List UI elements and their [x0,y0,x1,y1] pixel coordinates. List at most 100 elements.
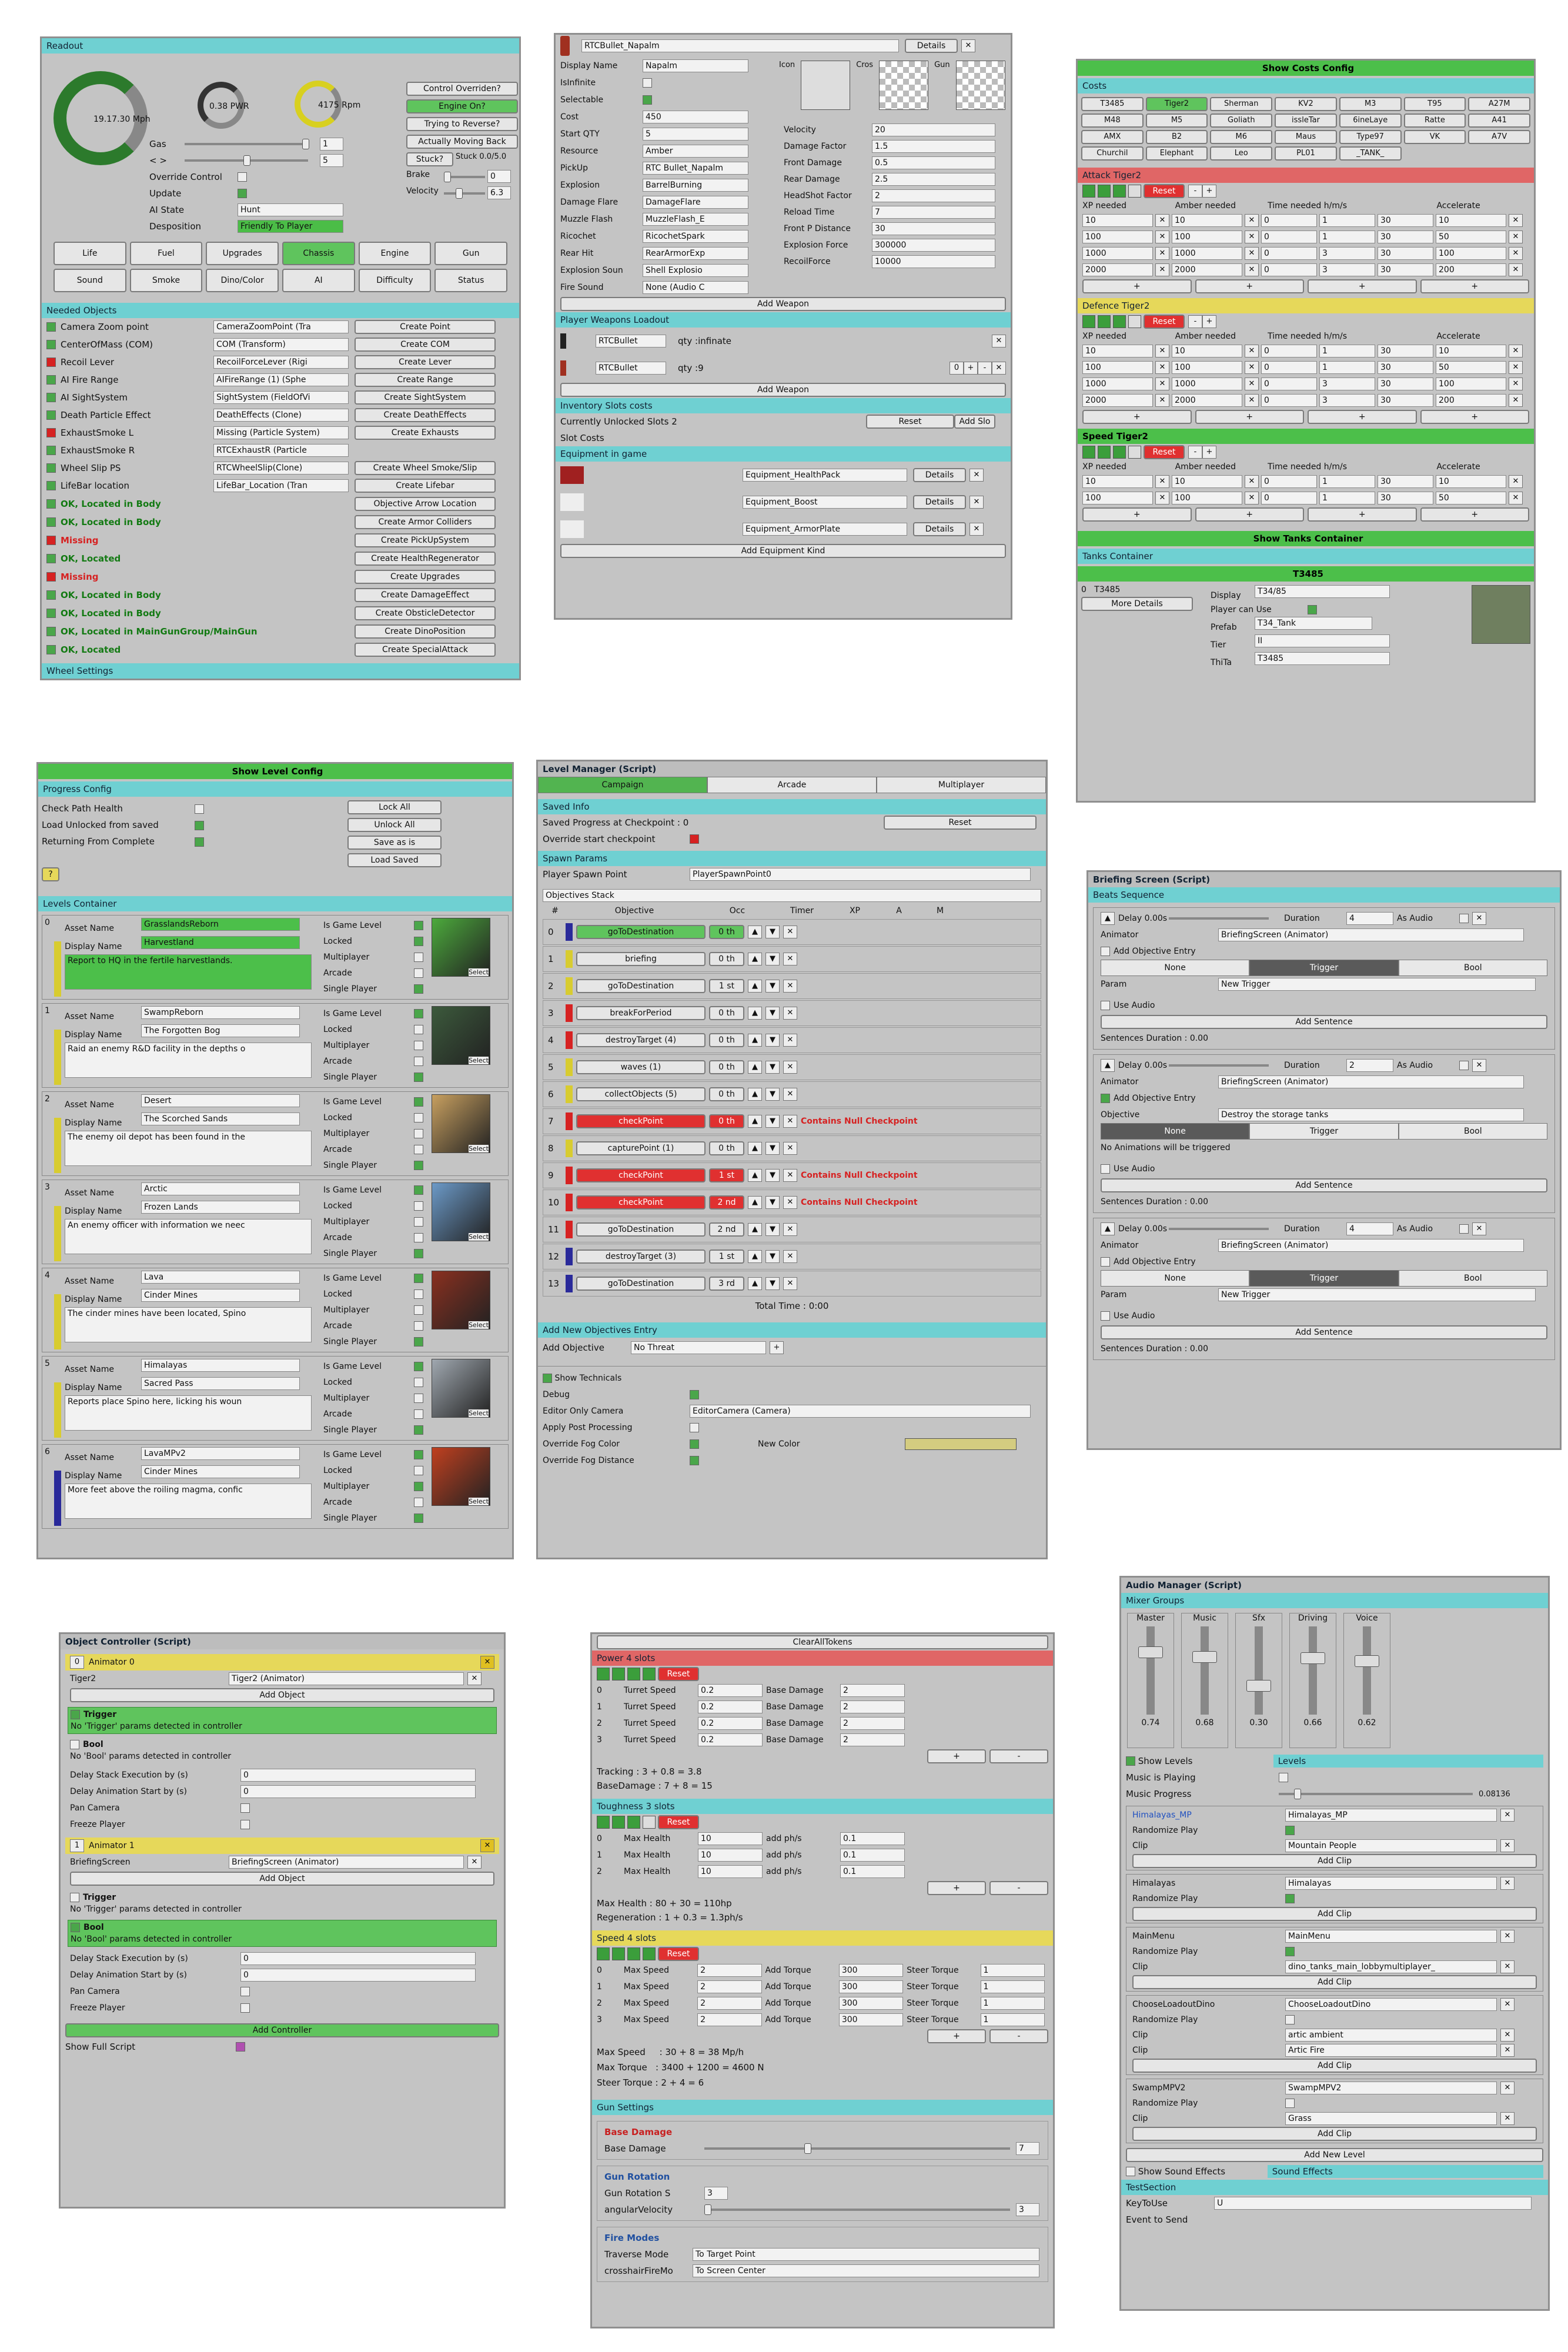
stat-field[interactable]: 2.5 [872,173,995,186]
animator-target-field[interactable]: Tiger2 (Animator) [229,1672,464,1685]
equipment-remove-icon[interactable]: ✕ [969,469,984,482]
attack-remove-icon[interactable]: ✕ [1245,214,1259,227]
attack-cost-field[interactable]: 100 [1082,230,1153,243]
level-flag-checkbox[interactable] [414,1450,423,1459]
animator-remove-icon[interactable]: ✕ [480,1839,494,1852]
mixer-knob[interactable] [1355,1655,1379,1667]
defence-reset-button[interactable]: Reset [1144,315,1185,329]
occurrence-field[interactable]: 3 rd [709,1277,744,1291]
add-weapon-button[interactable]: Add Weapon [560,297,1006,311]
attack-cost-field[interactable]: 2000 [1082,263,1153,276]
defence-cost-field[interactable]: 100 [1082,361,1153,374]
returning-checkbox[interactable] [195,837,204,847]
tank-select-button[interactable]: M48 [1081,113,1144,128]
add-object-button[interactable]: Add Object [70,1872,494,1886]
object-field[interactable]: RTCExhaustR (Particle [213,444,349,457]
show-levels-checkbox[interactable] [1126,1756,1135,1766]
property-field[interactable]: Napalm [643,59,748,72]
objective-control-icon[interactable]: ▲ [748,1115,762,1128]
animator-target-field[interactable]: BriefingScreen (Animator) [229,1856,464,1869]
steer-value[interactable]: 5 [320,154,343,167]
objective-control-icon[interactable]: ✕ [783,1034,797,1047]
more-details-button[interactable]: More Details [1081,597,1193,611]
as-audio-checkbox[interactable] [1459,914,1469,923]
show-full-checkbox[interactable] [236,2042,245,2052]
level-flag-checkbox[interactable] [414,1201,423,1211]
create-object-button[interactable]: Create Lifebar [355,479,496,493]
defence-slot-swatch[interactable] [1128,315,1141,328]
add-sentence-button[interactable]: Add Sentence [1101,1178,1547,1192]
trigger-checkbox[interactable] [71,1710,80,1719]
attack-remove-icon[interactable]: ✕ [1509,247,1523,260]
use-audio-checkbox[interactable] [1101,1164,1110,1174]
tank-select-button[interactable]: A7V [1468,130,1530,144]
mode-tab-bool[interactable]: Bool [1398,960,1547,976]
tough-token-cell[interactable]: 0.1 [840,1832,905,1845]
create-object-button[interactable]: Create COM [355,338,496,352]
property-field[interactable]: MuzzleFlash_E [643,212,748,226]
tab-campaign[interactable]: Campaign [538,777,707,793]
objective-control-icon[interactable]: ▲ [748,1169,762,1182]
angular-velocity-slider[interactable] [704,2204,1010,2215]
speed-cost-field[interactable]: 0 [1261,475,1317,488]
override-checkpoint-checkbox[interactable] [690,834,699,844]
load-saved-button[interactable]: Load Saved [347,853,442,867]
show-technicals-checkbox[interactable] [543,1374,552,1383]
power-token-cell[interactable]: 0.2 [698,1700,763,1713]
mixer-voice-slider[interactable]: Voice 0.62 [1343,1613,1390,1748]
attack-slot-swatch[interactable] [1098,185,1111,198]
defence-cost-field[interactable]: 10 [1082,345,1153,358]
attack-cost-field[interactable]: 2000 [1172,263,1242,276]
tank-select-button[interactable]: PL01 [1275,146,1337,161]
delay_a-field[interactable]: 0 [240,1969,476,1982]
speed-remove-icon[interactable]: ✕ [1245,492,1259,505]
objective-control-icon[interactable]: ▲ [748,1277,762,1290]
equipment-field[interactable]: Equipment_Boost [743,496,907,509]
asset-name-field[interactable]: LavaMPv2 [141,1447,300,1460]
tab-fuel[interactable]: Fuel [129,242,203,265]
objective-control-icon[interactable]: ▼ [765,1196,780,1209]
objective-button[interactable]: capturePoint (1) [576,1141,706,1155]
objective-control-icon[interactable]: ▼ [765,926,780,938]
use-audio-checkbox[interactable] [1101,1001,1110,1010]
attack-plus-button[interactable]: + [1202,185,1216,198]
bullet-details-button[interactable]: Details [905,39,958,53]
tough-plus-button[interactable]: + [927,1881,986,1895]
reset-progress-button[interactable]: Reset [884,816,1037,830]
level-flag-checkbox[interactable] [414,1337,423,1347]
objective-button[interactable]: checkPoint [576,1168,706,1182]
bool-checkbox[interactable] [70,1740,79,1749]
asset-name-field[interactable]: SwampReborn [141,1006,300,1019]
level-thumb[interactable]: Select [432,1359,490,1418]
create-object-button[interactable]: Create Lever [355,355,496,369]
display-name-field[interactable]: Sacred Pass [141,1377,300,1390]
tank-select-button[interactable]: M5 [1145,113,1208,128]
speed-token-cell[interactable]: 2 [697,1980,762,1993]
mode-tab-none[interactable]: None [1101,960,1250,976]
tank-select-button[interactable]: Leo [1210,146,1273,161]
base-damage-slider[interactable] [704,2143,1010,2154]
remove-weapon-2-icon[interactable]: ✕ [992,362,1006,375]
speed-token-cell[interactable]: 300 [838,1980,904,1993]
speed-token-swatch[interactable] [627,1947,640,1960]
bullet-asset-field[interactable]: RTCBullet_Napalm [581,39,899,52]
tier-select[interactable]: II [1255,634,1390,647]
tab-life[interactable]: Life [54,242,126,265]
add-clip-button[interactable]: Add Clip [1132,1975,1537,1989]
attack-remove-icon[interactable]: ✕ [1155,214,1169,227]
attack-cost-field[interactable]: 0 [1261,214,1317,227]
level-flag-checkbox[interactable] [414,1425,423,1435]
display-name-field[interactable]: Harvestland [141,936,300,949]
defence-cost-field[interactable]: 100 [1436,377,1506,390]
as-audio-checkbox[interactable] [1459,1061,1469,1070]
attack-cost-field[interactable]: 1 [1319,214,1375,227]
level-flag-checkbox[interactable] [414,1321,423,1331]
speed-token-cell[interactable]: 2 [697,2013,762,2026]
tank-preview-thumb[interactable] [1472,585,1530,644]
freeze-checkbox[interactable] [240,1820,250,1829]
status-checkbox[interactable] [46,553,56,563]
ai-state-select[interactable]: Hunt [238,203,343,216]
speed-add-button[interactable]: + [1195,507,1304,522]
create-component-button[interactable]: Create HealthRegenerator [355,551,496,566]
defence-cost-field[interactable]: 200 [1436,394,1506,407]
